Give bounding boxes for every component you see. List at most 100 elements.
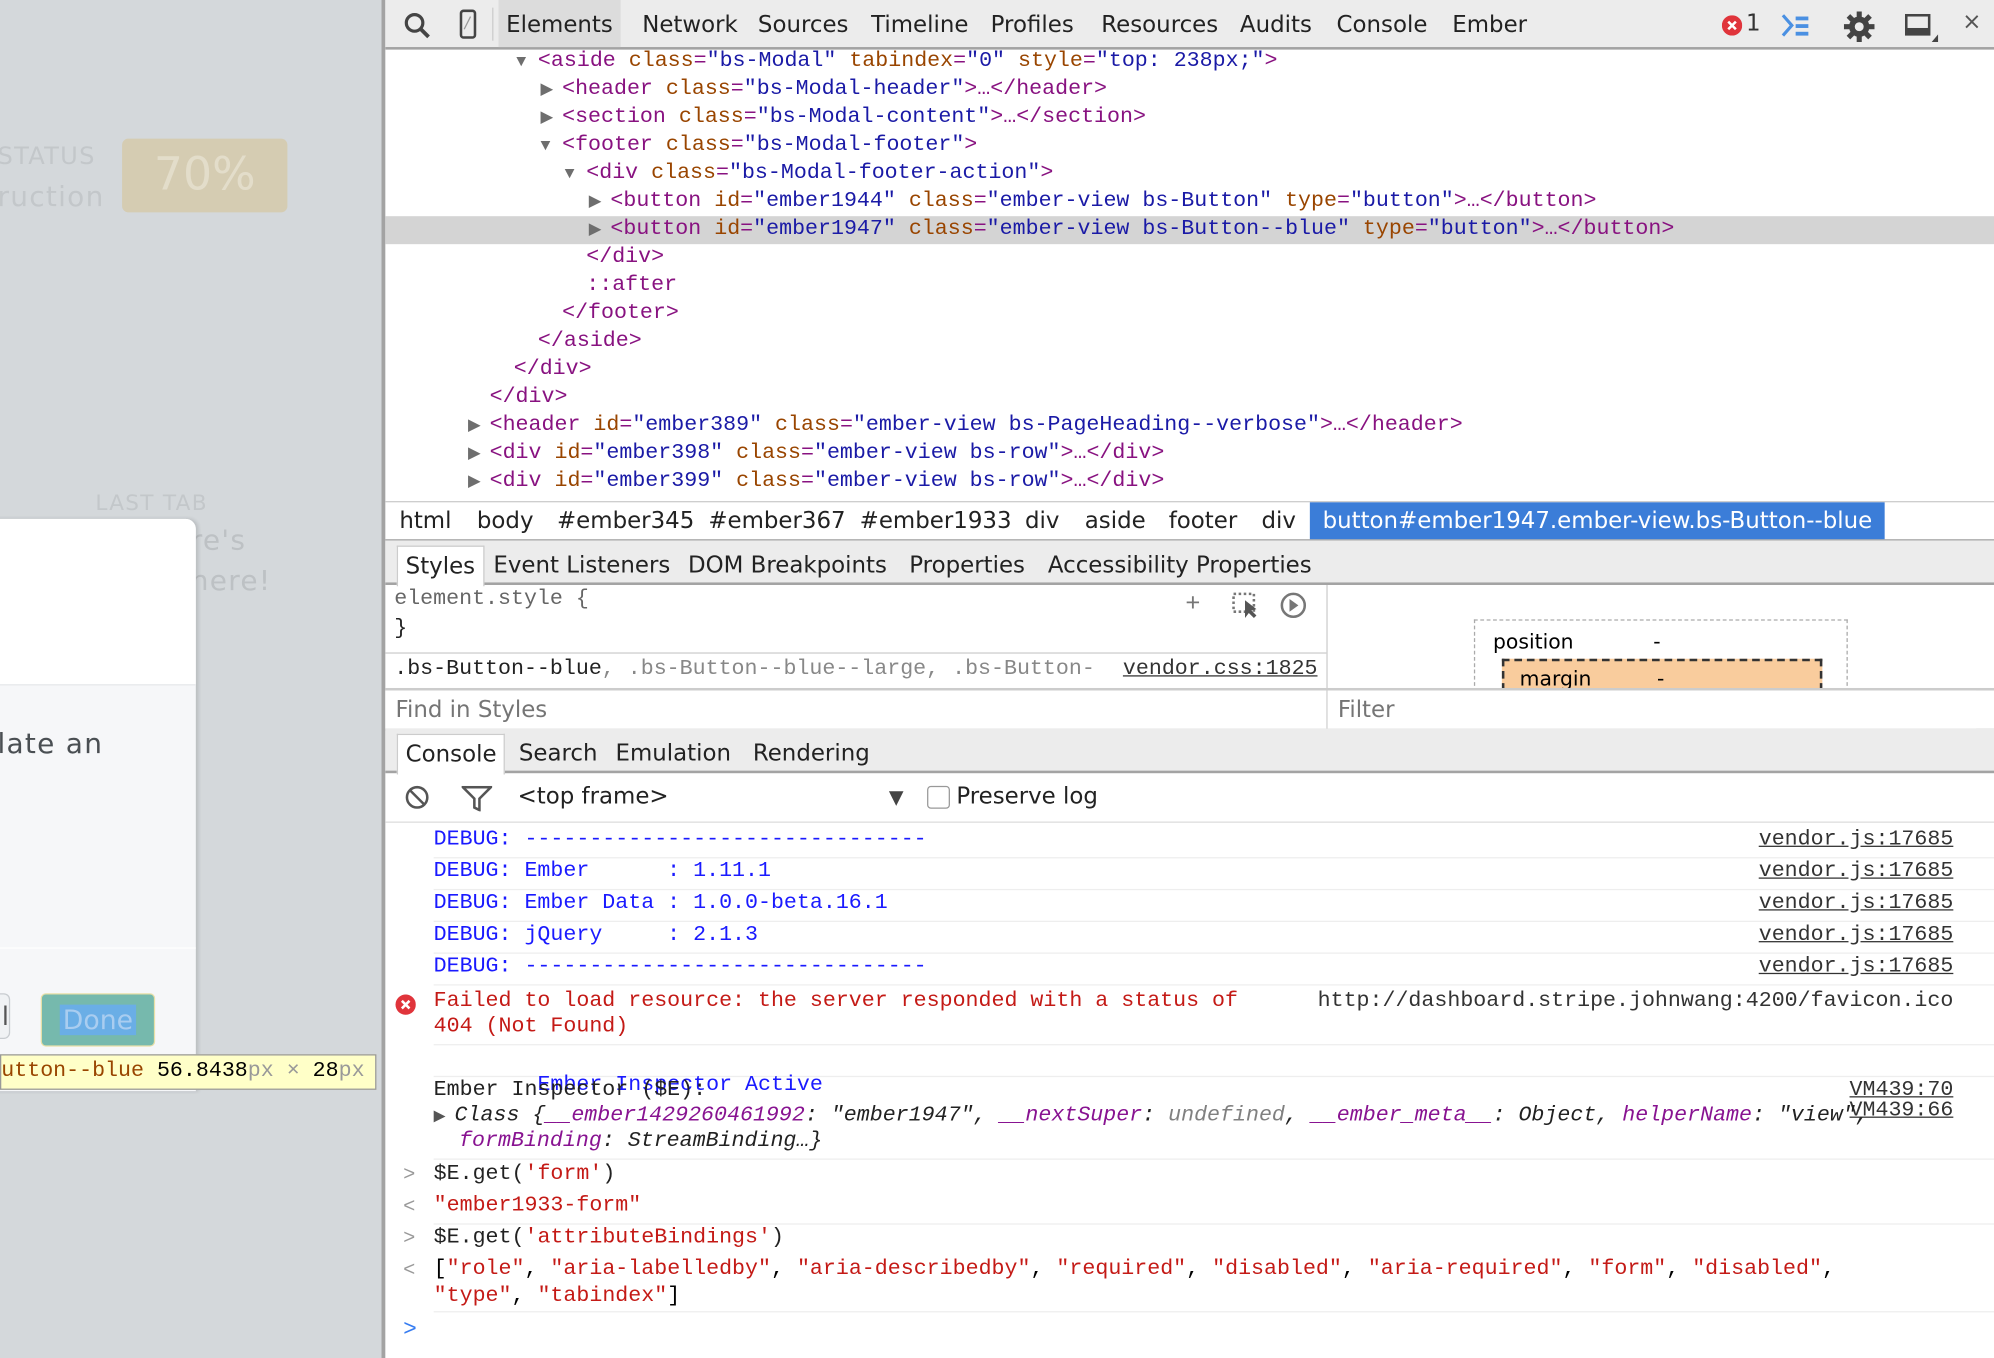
- log-source-link[interactable]: VM439:70: [1850, 1078, 1954, 1104]
- dom-node[interactable]: ▼ <footer class="bs-Modal-footer">: [385, 132, 1994, 160]
- dom-node[interactable]: ▶ <section class="bs-Modal-content">…</se…: [385, 104, 1994, 132]
- dom-node[interactable]: ::after: [385, 272, 1994, 300]
- tab-audits[interactable]: Audits: [1232, 0, 1319, 47]
- dom-node[interactable]: ▶ <div id="ember398" class="ember-view bs…: [385, 440, 1994, 468]
- dom-node[interactable]: </aside>: [385, 328, 1994, 356]
- error-count[interactable]: 1: [1746, 10, 1761, 37]
- styles-pane: element.style { } + .bs-Button--blue, .b…: [385, 584, 1328, 688]
- collapsed-arrow-icon[interactable]: ▶: [589, 188, 602, 216]
- dock-icon[interactable]: [1904, 13, 1940, 44]
- tab-dom-breakpoints[interactable]: DOM Breakpoints: [680, 546, 894, 585]
- close-icon[interactable]: ×: [1962, 9, 1981, 36]
- command-arg: 'attributeBindings': [524, 1225, 771, 1251]
- dom-node[interactable]: ▶ <div id="ember399" class="ember-view bs…: [385, 468, 1994, 496]
- collapsed-arrow-icon[interactable]: ▶: [468, 412, 481, 440]
- tab-styles[interactable]: Styles: [396, 545, 485, 587]
- expanded-arrow-icon[interactable]: ▼: [565, 160, 575, 188]
- console-prompt[interactable]: >: [403, 1317, 417, 1342]
- breadcrumb-item[interactable]: button#ember1947.ember-view.bs-Button--b…: [1309, 502, 1885, 540]
- dom-node[interactable]: ▶ <button id="ember1944" class="ember-vie…: [385, 188, 1994, 216]
- frame-select[interactable]: <top frame> ▼: [518, 773, 912, 819]
- breadcrumb-item[interactable]: div: [1025, 502, 1059, 540]
- tab-resources[interactable]: Resources: [1094, 0, 1226, 47]
- drawer-tab-rendering[interactable]: Rendering: [745, 734, 877, 773]
- collapsed-arrow-icon[interactable]: ▶: [589, 216, 602, 244]
- tab-ember[interactable]: Ember: [1445, 0, 1535, 47]
- tab-accessibility-properties[interactable]: Accessibility Properties: [1040, 546, 1319, 585]
- collapsed-arrow-icon[interactable]: ▶: [540, 76, 553, 104]
- log-source-link[interactable]: vendor.js:17685: [1759, 891, 1954, 917]
- expanded-arrow-icon[interactable]: ▼: [540, 132, 550, 160]
- tab-profiles[interactable]: Profiles: [983, 0, 1081, 47]
- log-source-link[interactable]: vendor.js:17685: [1759, 923, 1954, 949]
- tab-timeline[interactable]: Timeline: [863, 0, 976, 47]
- breadcrumb-item[interactable]: #ember345: [557, 502, 694, 540]
- tooltip-unit: px: [247, 1059, 274, 1084]
- find-in-styles-input[interactable]: [385, 690, 1328, 729]
- tab-elements[interactable]: Elements: [498, 0, 621, 48]
- rule-source-link[interactable]: vendor.css:1825: [1122, 657, 1318, 682]
- obj-class: Class {: [454, 1103, 546, 1128]
- search-icon[interactable]: [403, 11, 431, 39]
- tab-console[interactable]: Console: [1329, 0, 1435, 47]
- dom-node[interactable]: </footer>: [385, 300, 1994, 328]
- dom-node[interactable]: ▶ <button id="ember1947" class="ember-vie…: [385, 216, 1994, 245]
- device-mode-icon[interactable]: [459, 9, 477, 40]
- collapsed-arrow-icon[interactable]: ▶: [468, 440, 481, 468]
- collapsed-arrow-icon[interactable]: ▶: [468, 468, 481, 496]
- dom-node[interactable]: ▶ <header class="bs-Modal-header">…</head…: [385, 76, 1994, 104]
- expanded-arrow-icon[interactable]: ▼: [516, 48, 526, 76]
- preserve-log-checkbox[interactable]: [927, 785, 950, 809]
- tab-properties[interactable]: Properties: [902, 546, 1033, 585]
- preserve-log-label[interactable]: Preserve log: [956, 783, 1098, 810]
- done-button[interactable]: Done: [40, 993, 156, 1047]
- breadcrumb-item[interactable]: #ember1933: [860, 502, 1012, 540]
- error-icon[interactable]: [1721, 15, 1743, 36]
- element-style-open[interactable]: element.style {: [394, 588, 589, 612]
- tab-event-listeners[interactable]: Event Listeners: [486, 546, 678, 585]
- clear-console-icon[interactable]: [404, 785, 429, 810]
- tab-sources[interactable]: Sources: [750, 0, 856, 47]
- markup-token: "ember398": [593, 441, 724, 466]
- breadcrumb-item[interactable]: div: [1262, 502, 1296, 540]
- drawer-tab-search[interactable]: Search: [511, 734, 605, 773]
- markup-token: style: [1005, 49, 1083, 74]
- console-debug-row: DEBUG: ------------------------------- ve…: [433, 828, 1994, 859]
- animations-icon[interactable]: [1279, 591, 1307, 619]
- log-source-link[interactable]: vendor.js:17685: [1759, 860, 1954, 886]
- new-style-rule-icon[interactable]: +: [1185, 590, 1200, 619]
- breadcrumb-item[interactable]: body: [477, 502, 534, 540]
- dom-node[interactable]: ▼ <div class="bs-Modal-footer-action">: [385, 160, 1994, 188]
- expand-arrow-icon[interactable]: ▶: [434, 1108, 455, 1126]
- markup-token: =: [1336, 189, 1350, 214]
- breadcrumb-item[interactable]: #ember367: [708, 502, 845, 540]
- cancel-button[interactable]: l: [0, 993, 11, 1039]
- gear-icon[interactable]: [1843, 10, 1876, 43]
- dom-node[interactable]: ▶ <header id="ember389" class="ember-view…: [385, 412, 1994, 440]
- collapsed-arrow-icon[interactable]: ▶: [540, 104, 553, 132]
- object-preview[interactable]: ▶ Class {__ember1429260461992: "ember194…: [434, 1104, 1869, 1130]
- markup-token: <button: [610, 217, 715, 242]
- dom-node[interactable]: </div>: [385, 356, 1994, 384]
- element-state-icon[interactable]: [1231, 591, 1262, 619]
- filter-icon[interactable]: [461, 785, 493, 812]
- dom-node[interactable]: </div>: [385, 384, 1994, 412]
- drawer-tab-console[interactable]: Console: [396, 733, 506, 775]
- markup-token: "bs-Modal": [706, 49, 837, 74]
- log-source-link[interactable]: vendor.js:17685: [1759, 955, 1954, 981]
- breadcrumb-item[interactable]: html: [399, 502, 451, 540]
- error-source-url[interactable]: http://dashboard.stripe.johnwang:4200/fa…: [1318, 989, 1954, 1015]
- drawer-tab-emulation[interactable]: Emulation: [608, 734, 739, 773]
- box-filter-input[interactable]: [1327, 690, 1977, 729]
- style-rule[interactable]: .bs-Button--blue, .bs-Button--blue--larg…: [394, 657, 1095, 681]
- breadcrumb-item[interactable]: aside: [1085, 502, 1146, 540]
- input-chevron-icon: >: [403, 1227, 416, 1251]
- chevron-down-icon: ▼: [888, 785, 904, 809]
- breadcrumb-item[interactable]: footer: [1169, 502, 1238, 540]
- breadcrumb: html body #ember345 #ember367 #ember1933 div a…: [385, 501, 1994, 542]
- dom-node[interactable]: </div>: [385, 244, 1994, 272]
- tab-network[interactable]: Network: [635, 0, 746, 47]
- console-drawer-icon[interactable]: [1780, 13, 1811, 38]
- dom-node[interactable]: ▼ <aside class="bs-Modal" tabindex="0" st…: [385, 48, 1994, 76]
- log-source-link[interactable]: vendor.js:17685: [1759, 828, 1954, 854]
